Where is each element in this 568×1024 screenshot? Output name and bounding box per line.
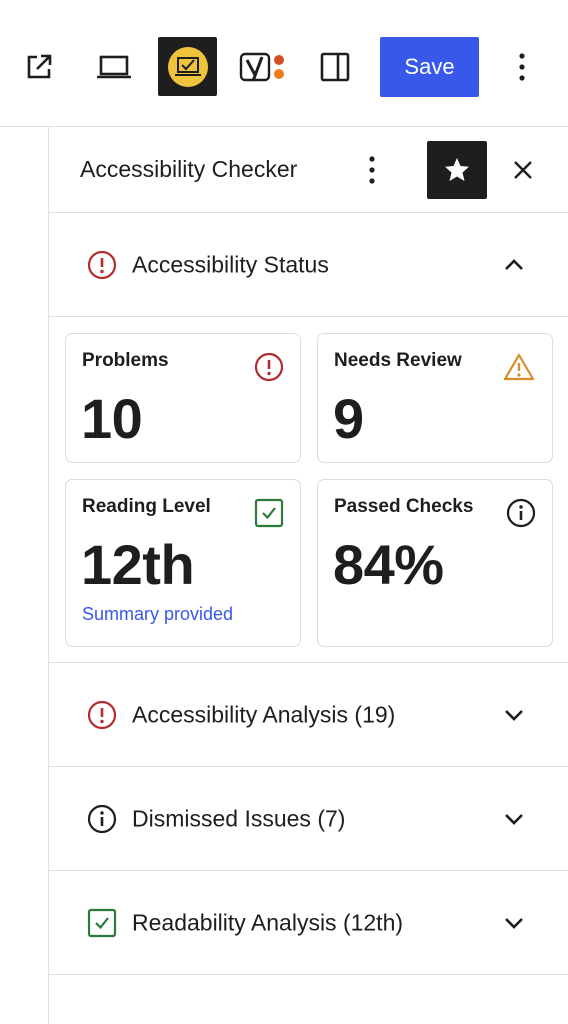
more-vertical-icon bbox=[369, 156, 375, 184]
options-menu-button[interactable] bbox=[500, 40, 544, 94]
problems-card: Problems 10 bbox=[65, 333, 301, 463]
accessibility-checker-icon bbox=[167, 46, 208, 87]
sidebar-options-button[interactable] bbox=[355, 150, 389, 190]
close-sidebar-button[interactable] bbox=[505, 150, 541, 190]
accessibility-status-content: Problems 10 Needs Review 9 Reading Level… bbox=[49, 317, 568, 663]
accessibility-status-label: Accessibility Status bbox=[132, 251, 329, 277]
sidebar-toggle-icon bbox=[320, 52, 350, 82]
view-post-button[interactable] bbox=[12, 40, 66, 94]
laptop-icon bbox=[97, 55, 131, 79]
accessibility-status-toggle[interactable]: Accessibility Status bbox=[49, 213, 568, 317]
reading-level-label: Reading Level bbox=[82, 496, 211, 517]
summary-provided-link[interactable]: Summary provided bbox=[82, 604, 233, 625]
settings-sidebar-toggle[interactable] bbox=[308, 40, 362, 94]
yoast-seo-icon bbox=[239, 52, 284, 82]
accessibility-checker-sidebar: Accessibility Checker Accessibility Stat… bbox=[49, 127, 568, 1024]
accessibility-analysis-label: Accessibility Analysis (19) bbox=[132, 701, 396, 727]
problems-label: Problems bbox=[82, 350, 169, 371]
reading-level-value: 12th bbox=[81, 533, 195, 596]
problems-value: 10 bbox=[81, 387, 143, 450]
pin-sidebar-button[interactable] bbox=[427, 141, 487, 199]
accessibility-analysis-toggle[interactable]: Accessibility Analysis (19) bbox=[49, 663, 568, 767]
readability-analysis-label: Readability Analysis (12th) bbox=[132, 909, 404, 935]
check-square-icon bbox=[87, 908, 117, 938]
more-vertical-icon bbox=[519, 53, 525, 81]
chevron-down-icon bbox=[503, 708, 525, 722]
star-icon bbox=[445, 158, 469, 181]
passed-checks-card: Passed Checks 84% bbox=[317, 479, 553, 647]
error-circle-icon bbox=[87, 250, 117, 280]
chevron-up-icon bbox=[503, 258, 525, 272]
save-button[interactable]: Save bbox=[380, 37, 479, 97]
needs-review-value: 9 bbox=[333, 387, 364, 450]
info-circle-icon bbox=[87, 804, 117, 834]
dismissed-issues-label: Dismissed Issues (7) bbox=[132, 805, 346, 831]
warning-triangle-icon bbox=[502, 352, 536, 382]
accessibility-checker-button[interactable] bbox=[158, 37, 217, 96]
reading-level-card: Reading Level 12th Summary provided bbox=[65, 479, 301, 647]
editor-toolbar: Save bbox=[0, 0, 568, 127]
chevron-down-icon bbox=[503, 812, 525, 826]
sidebar-title: Accessibility Checker bbox=[80, 156, 298, 182]
info-circle-icon bbox=[506, 498, 536, 528]
passed-checks-value: 84% bbox=[333, 533, 444, 596]
yoast-seo-button[interactable] bbox=[232, 40, 290, 94]
error-circle-icon bbox=[87, 700, 117, 730]
external-link-icon bbox=[27, 54, 52, 79]
needs-review-label: Needs Review bbox=[334, 350, 462, 371]
close-icon bbox=[514, 161, 532, 179]
passed-checks-label: Passed Checks bbox=[334, 496, 474, 517]
readability-analysis-toggle[interactable]: Readability Analysis (12th) bbox=[49, 871, 568, 975]
preview-button[interactable] bbox=[86, 40, 142, 94]
dismissed-issues-toggle[interactable]: Dismissed Issues (7) bbox=[49, 767, 568, 871]
needs-review-card: Needs Review 9 bbox=[317, 333, 553, 463]
check-square-icon bbox=[254, 498, 284, 528]
error-circle-icon bbox=[254, 352, 284, 382]
sidebar-header: Accessibility Checker bbox=[49, 127, 568, 213]
chevron-down-icon bbox=[503, 916, 525, 930]
